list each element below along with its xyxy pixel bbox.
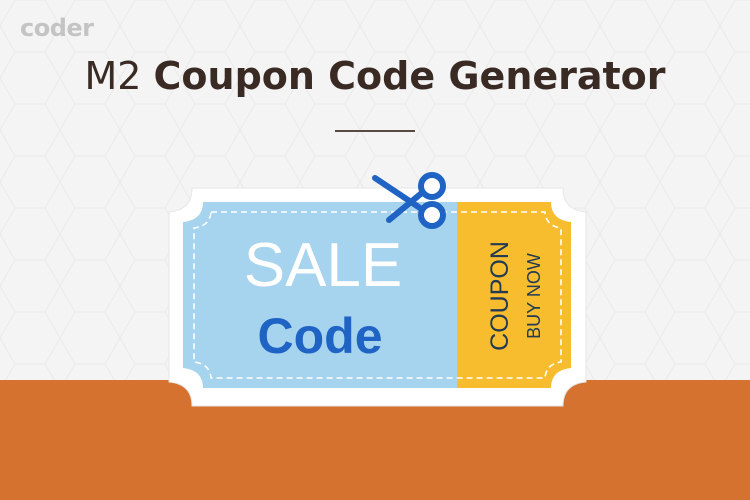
ticket-stub	[457, 202, 571, 388]
banner: coder M2 Coupon Code Generator SALE Code…	[0, 0, 750, 500]
code-text: Code	[258, 308, 383, 364]
stub-coupon-text: COUPON	[486, 241, 514, 351]
coupon-ticket: SALE Code COUPON BUY NOW	[168, 172, 587, 407]
stub-buynow-text: BUY NOW	[524, 253, 544, 339]
sale-text: SALE	[244, 231, 403, 300]
